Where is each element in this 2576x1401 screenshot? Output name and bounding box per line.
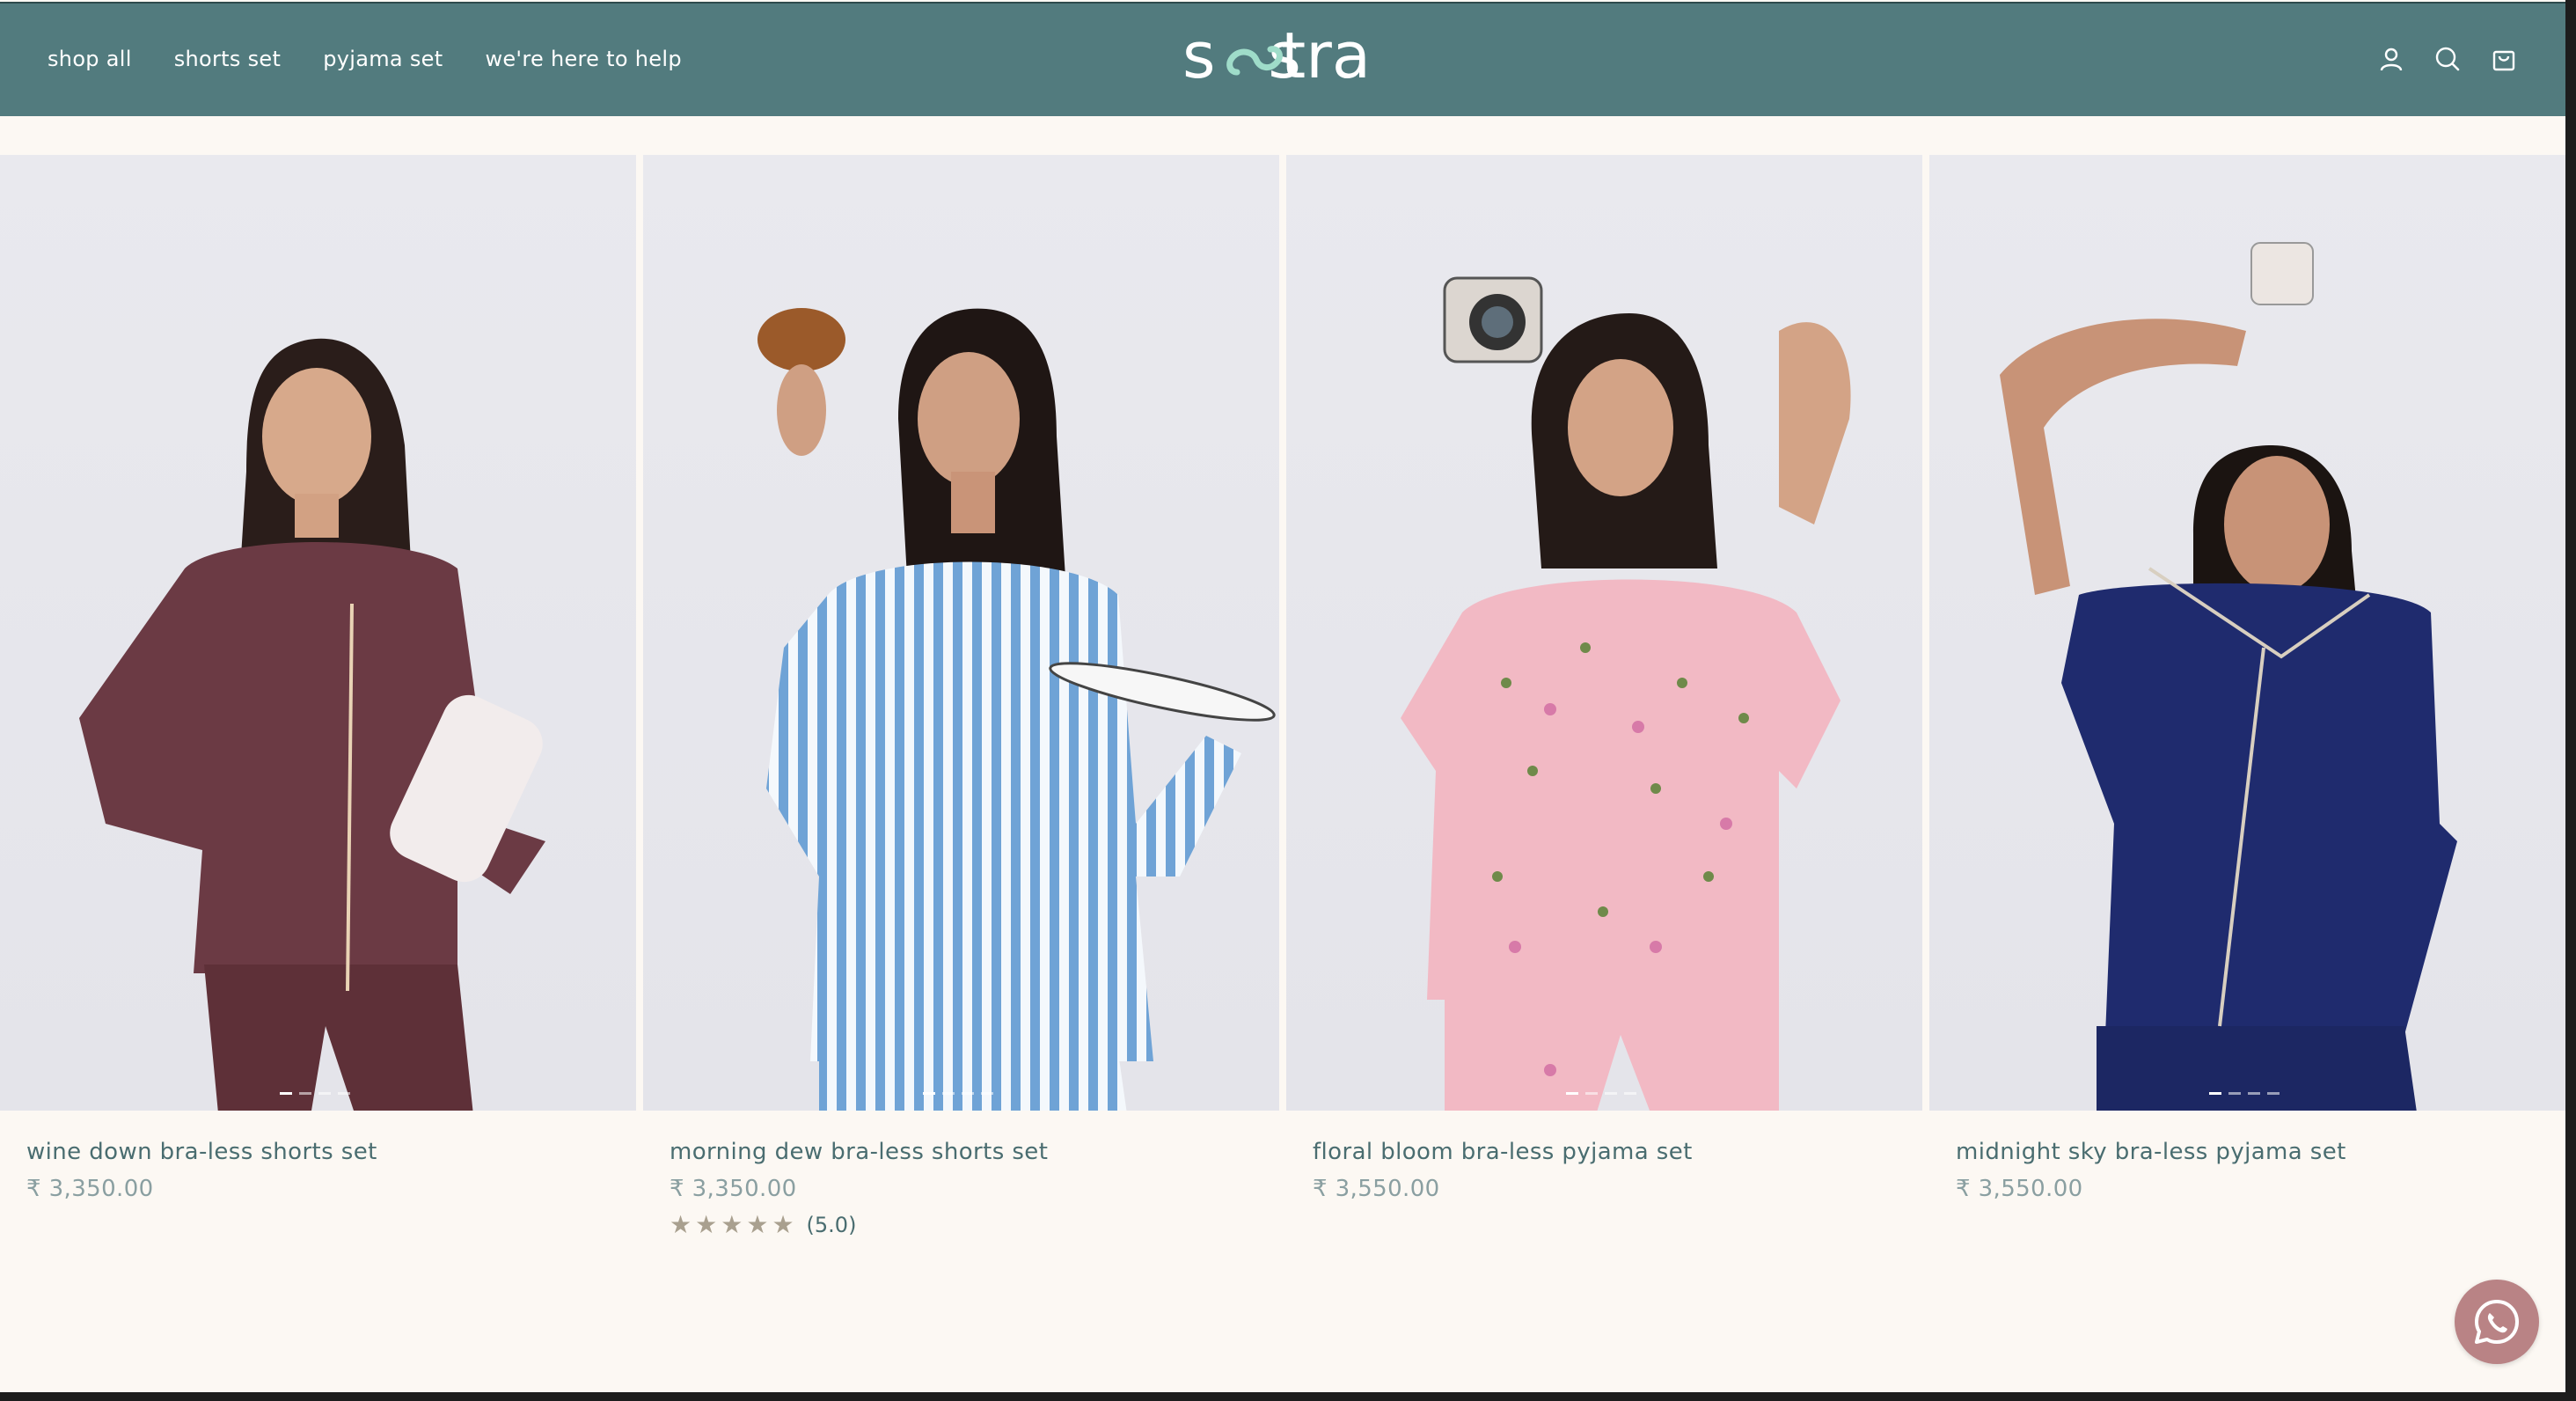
logo-wordmark: s s tra (1182, 21, 1371, 92)
nav-help[interactable]: we're here to help (485, 47, 681, 71)
carousel-dots (280, 1092, 350, 1095)
product-price: ₹ 3,550.00 (1313, 1176, 1440, 1202)
product-card[interactable]: floral bloom bra-less pyjama set ₹ 3,550… (1286, 155, 1922, 1202)
product-title[interactable]: midnight sky bra-less pyjama set (1956, 1139, 2346, 1165)
product-price: ₹ 3,550.00 (1956, 1176, 2083, 1202)
product-image[interactable] (0, 155, 636, 1111)
carousel-dot[interactable] (1566, 1092, 1578, 1095)
rating-value: (5.0) (806, 1213, 857, 1237)
window-edge (2565, 0, 2576, 1401)
star-icon: ★ (746, 1210, 769, 1239)
model-photo-morning-dew (757, 308, 1276, 1111)
site-header: shop all shorts set pyjama set we're her… (0, 2, 2565, 116)
main-nav: shop all shorts set pyjama set we're her… (48, 2, 682, 116)
cart-icon[interactable] (2490, 45, 2518, 73)
model-photo-wine-down (79, 338, 545, 1111)
carousel-dots (923, 1092, 993, 1095)
product-image[interactable] (643, 155, 1279, 1111)
star-icon: ★ (772, 1210, 794, 1239)
product-title[interactable]: morning dew bra-less shorts set (670, 1139, 1048, 1165)
page: shop all shorts set pyjama set we're her… (0, 0, 2565, 1392)
nav-shop-all[interactable]: shop all (48, 47, 132, 71)
account-icon[interactable] (2377, 45, 2405, 73)
nav-pyjama-set[interactable]: pyjama set (323, 47, 443, 71)
model-photo-floral-bloom (1401, 276, 1851, 1111)
product-grid: wine down bra-less shorts set ₹ 3,350.00 (0, 155, 2565, 1237)
star-icon: ★ (670, 1210, 692, 1239)
carousel-dots (2209, 1092, 2280, 1095)
carousel-dot[interactable] (2228, 1092, 2241, 1095)
whatsapp-icon (2475, 1300, 2519, 1344)
carousel-dot[interactable] (338, 1092, 350, 1095)
carousel-dot[interactable] (2267, 1092, 2280, 1095)
carousel-dot[interactable] (1585, 1092, 1598, 1095)
model-photo-midnight-sky (2000, 242, 2457, 1111)
product-card[interactable]: morning dew bra-less shorts set ₹ 3,350.… (643, 155, 1279, 1237)
carousel-dot[interactable] (962, 1092, 974, 1095)
product-price: ₹ 3,350.00 (26, 1176, 154, 1202)
svg-text:tra: tra (1281, 21, 1371, 92)
product-card[interactable]: wine down bra-less shorts set ₹ 3,350.00 (0, 155, 636, 1202)
site-logo[interactable]: s s tra (1182, 21, 1387, 95)
product-image[interactable] (1929, 155, 2565, 1111)
carousel-dot[interactable] (2248, 1092, 2260, 1095)
svg-text:s: s (1182, 21, 1216, 92)
carousel-dots (1566, 1092, 1636, 1095)
nav-shorts-set[interactable]: shorts set (174, 47, 282, 71)
product-card[interactable]: midnight sky bra-less pyjama set ₹ 3,550… (1929, 155, 2565, 1202)
whatsapp-chat-button[interactable] (2455, 1280, 2539, 1364)
product-price: ₹ 3,350.00 (670, 1176, 797, 1202)
product-title[interactable]: wine down bra-less shorts set (26, 1139, 377, 1165)
carousel-dot[interactable] (1605, 1092, 1617, 1095)
carousel-dot[interactable] (280, 1092, 292, 1095)
carousel-dot[interactable] (299, 1092, 311, 1095)
carousel-dot[interactable] (318, 1092, 331, 1095)
star-icon: ★ (695, 1210, 718, 1239)
product-rating[interactable]: ★ ★ ★ ★ ★ (5.0) (670, 1210, 857, 1239)
carousel-dot[interactable] (1624, 1092, 1636, 1095)
product-title[interactable]: floral bloom bra-less pyjama set (1313, 1139, 1693, 1165)
star-icon: ★ (721, 1210, 743, 1239)
product-image[interactable] (1286, 155, 1922, 1111)
carousel-dot[interactable] (923, 1092, 935, 1095)
header-icons (2377, 2, 2518, 116)
carousel-dot[interactable] (2209, 1092, 2221, 1095)
carousel-dot[interactable] (942, 1092, 955, 1095)
search-icon[interactable] (2433, 45, 2462, 73)
carousel-dot[interactable] (981, 1092, 993, 1095)
